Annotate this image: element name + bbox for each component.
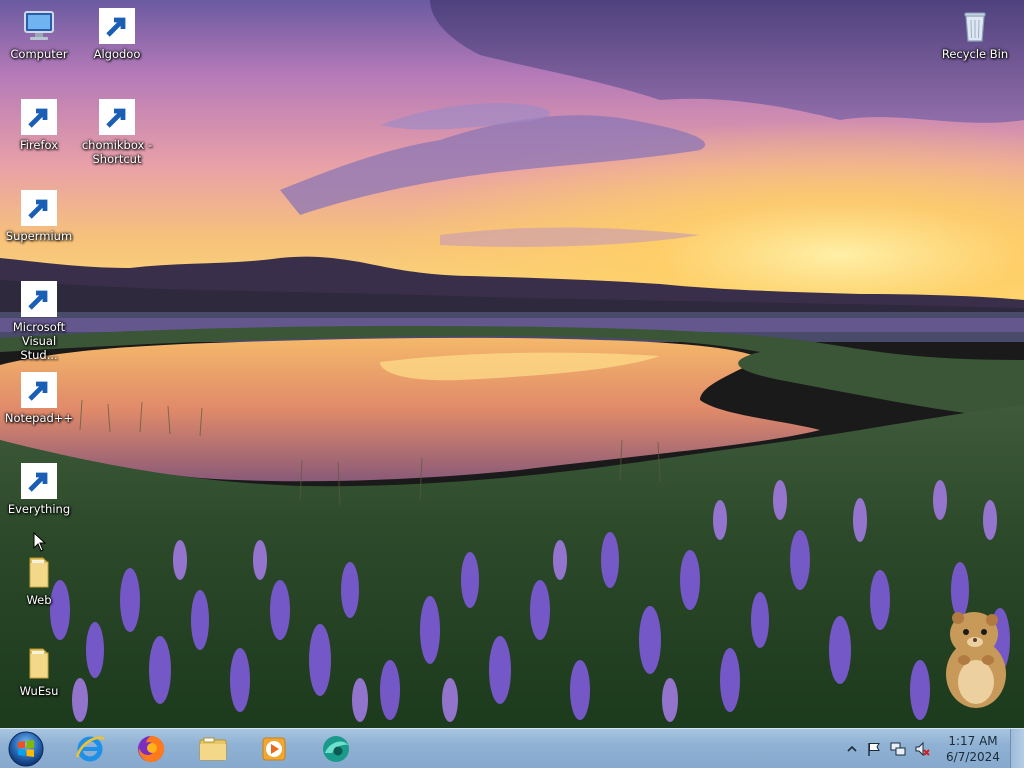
visual-studio-icon: [21, 281, 57, 317]
desktop-icon-computer[interactable]: Computer: [2, 4, 76, 88]
notepadpp-icon: [21, 372, 57, 408]
volume-muted-icon: [915, 741, 930, 757]
action-center-flag-icon: [868, 743, 880, 756]
network-button[interactable]: [890, 741, 906, 757]
taskbar-clock[interactable]: 1:17 AM 6/7/2024: [938, 733, 1008, 765]
network-icon: [890, 742, 906, 756]
shortcut-arrow-icon: [21, 281, 57, 317]
mouse-cursor: [33, 532, 47, 552]
desktop-icon-supermium[interactable]: Supermium: [2, 186, 76, 270]
taskbar-firefox[interactable]: [123, 731, 179, 767]
windows-start-orb-icon: [8, 731, 44, 767]
taskbar-internet-explorer[interactable]: [62, 731, 118, 767]
desktop-icon-notepadpp[interactable]: Notepad++: [2, 368, 76, 452]
taskbar-media-player[interactable]: [246, 731, 302, 767]
desktop-icon-everything[interactable]: Everything: [2, 459, 76, 543]
supermium-icon: [21, 190, 57, 226]
desktop-icon-algodoo[interactable]: Algodoo: [80, 4, 154, 88]
taskbar: 1:17 AM 6/7/2024: [0, 728, 1024, 768]
clock-time: 1:17 AM: [948, 734, 998, 748]
file-explorer-icon: [199, 737, 227, 761]
media-player-icon: [262, 737, 286, 761]
folder-icon: [21, 554, 57, 590]
desktop-icon-label: Microsoft Visual Stud...: [12, 320, 66, 362]
show-hidden-icons-button[interactable]: [844, 741, 860, 757]
desktop-icon-label: Web: [26, 593, 52, 607]
desktop-icon-firefox[interactable]: Firefox: [2, 95, 76, 179]
desktop-icon-label: Firefox: [19, 138, 59, 152]
chevron-up-icon: [847, 745, 857, 752]
hamster-mascot-image: [946, 612, 1006, 708]
desktop-icon-label: WuEsu: [19, 684, 59, 698]
computer-icon: [21, 8, 57, 44]
folder-icon: [21, 645, 57, 681]
desktop-icon-label: Supermium: [5, 229, 73, 243]
shortcut-arrow-icon: [21, 190, 57, 226]
desktop-icon-recycle-bin[interactable]: Recycle Bin: [938, 4, 1012, 88]
volume-button[interactable]: [914, 741, 930, 757]
start-button[interactable]: [6, 730, 46, 768]
firefox-icon: [21, 99, 57, 135]
chomikbox-icon: [99, 99, 135, 135]
shortcut-arrow-icon: [99, 99, 135, 135]
algodoo-icon: [99, 8, 135, 44]
desktop-icon-label: Notepad++: [4, 411, 74, 425]
clock-date: 6/7/2024: [946, 750, 1000, 764]
shortcut-arrow-icon: [21, 99, 57, 135]
taskbar-supermium[interactable]: [308, 731, 364, 767]
shortcut-arrow-icon: [99, 8, 135, 44]
desktop-icon-wuesu-folder[interactable]: WuEsu: [2, 641, 76, 725]
everything-icon: [21, 463, 57, 499]
shortcut-arrow-icon: [21, 463, 57, 499]
desktop[interactable]: Computer Algodoo Firefox chomikbox - Sho…: [0, 0, 1024, 768]
show-desktop-button[interactable]: [1010, 729, 1024, 768]
desktop-icon-chomikbox[interactable]: chomikbox - Shortcut: [80, 95, 154, 179]
desktop-icon-label: Everything: [7, 502, 71, 516]
firefox-icon: [138, 736, 165, 763]
desktop-icon-visual-studio[interactable]: Microsoft Visual Stud...: [2, 277, 76, 362]
supermium-icon: [323, 736, 349, 762]
desktop-icon-web-folder[interactable]: Web: [2, 550, 76, 634]
desktop-icon-label: Computer: [10, 47, 68, 61]
desktop-icon-label: chomikbox - Shortcut: [81, 138, 153, 166]
shortcut-arrow-icon: [21, 372, 57, 408]
desktop-icon-label: Algodoo: [93, 47, 141, 61]
taskbar-file-explorer[interactable]: [185, 731, 241, 767]
recycle-bin-icon: [957, 8, 993, 44]
desktop-icon-label: Recycle Bin: [941, 47, 1009, 61]
internet-explorer-icon: [75, 736, 105, 762]
action-center-button[interactable]: [866, 741, 882, 757]
